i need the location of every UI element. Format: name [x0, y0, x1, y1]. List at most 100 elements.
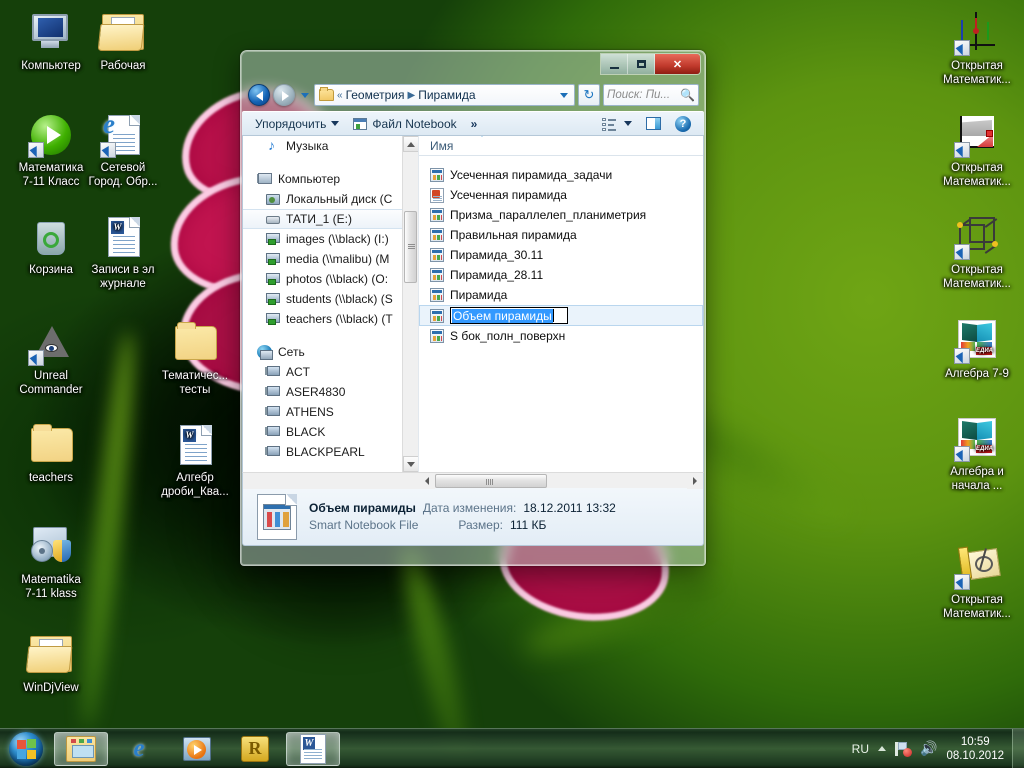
rename-input[interactable]: Объем пирамиды [450, 307, 568, 324]
chevron-down-icon[interactable] [560, 92, 568, 98]
desktop-icon-right-1[interactable]: Открытая Математик... [934, 110, 1020, 189]
breadcrumb-overflow[interactable]: « [337, 90, 343, 101]
refresh-icon[interactable]: ↻ [578, 84, 600, 106]
desktop-icon-10[interactable]: Matematika 7-11 klass [8, 522, 94, 601]
notebook-file-button[interactable]: Файл Notebook [346, 115, 463, 133]
maximize-button[interactable] [628, 54, 655, 74]
views-button[interactable] [595, 116, 639, 132]
desktop-icon-right-5[interactable]: Открытая Математик... [934, 542, 1020, 621]
nav-item-8[interactable]: students (\\black) (S [243, 289, 402, 309]
desktop-icon-6[interactable]: Unreal Commander [8, 318, 94, 397]
desktop-icon-right-4[interactable]: ЕДИА Алгебра и начала ... [934, 414, 1020, 493]
recent-pages-chevron-down-icon[interactable] [298, 85, 311, 105]
minimize-button[interactable] [601, 54, 628, 74]
explorer-taskbar-button[interactable] [54, 731, 108, 766]
media-player-taskbar-button[interactable] [170, 732, 224, 766]
nav-item-13[interactable]: ASER4830 [243, 382, 402, 402]
chevron-up-icon[interactable] [878, 746, 886, 751]
explorer-window[interactable]: ✕ « Геометрия ▶ Пирамида ↻ Поиск: Пи... … [240, 50, 706, 566]
file-row[interactable]: Пирамида_30.11 [419, 245, 703, 265]
nav-item-5[interactable]: images (\\black) (I:) [243, 229, 402, 249]
chevron-down-icon [624, 121, 632, 126]
nav-item-label: students (\\black) (S [286, 292, 393, 306]
nav-item-6[interactable]: media (\\malibu) (M [243, 249, 402, 269]
show-desktop-button[interactable] [1012, 728, 1024, 768]
hscroll-left-button[interactable] [419, 472, 435, 489]
hscrollbar-thumb[interactable] [435, 473, 547, 488]
clock[interactable]: 10:59 08.10.2012 [946, 735, 1004, 763]
file-row[interactable]: Усеченная пирамида_задачи [419, 165, 703, 185]
file-row[interactable]: S бок_полн_поверхн [419, 326, 703, 346]
desktop-icon-label: WinDjView [23, 682, 79, 694]
file-list-pane[interactable]: Имя Усеченная пирамида_задачи Усеченная п… [419, 136, 703, 472]
file-row[interactable]: Призма_параллелеп_планиметрия [419, 205, 703, 225]
smart-notebook-large-icon [257, 493, 297, 540]
scrollbar-thumb[interactable] [404, 211, 417, 283]
nav-item-0[interactable]: Музыка [243, 136, 402, 156]
column-header-name[interactable]: Имя [419, 136, 703, 156]
file-row[interactable]: Пирамида_28.11 [419, 265, 703, 285]
desktop-icon-right-3[interactable]: ЕДИА Алгебра 7-9 [934, 316, 1020, 382]
hscroll-right-button[interactable] [687, 472, 703, 489]
network-error-icon[interactable] [895, 741, 912, 757]
file-row[interactable]: Пирамида [419, 285, 703, 305]
graph-area-shortcut-icon [953, 110, 1001, 160]
help-button[interactable]: ? [668, 114, 698, 134]
word-taskbar-button[interactable]: W [286, 731, 340, 766]
window-titlebar[interactable]: ✕ [241, 51, 705, 81]
close-button[interactable]: ✕ [655, 54, 700, 74]
nav-item-12[interactable]: ACT [243, 362, 402, 382]
start-button[interactable] [2, 729, 50, 768]
navigation-scrollbar[interactable] [402, 136, 418, 472]
file-name: S бок_полн_поверхн [450, 329, 566, 343]
file-row[interactable]: Усеченная пирамида [419, 185, 703, 205]
desktop-icon-11[interactable]: WinDjView [8, 630, 94, 696]
nav-item-4[interactable]: ТАТИ_1 (E:) [243, 209, 402, 229]
nav-item-9[interactable]: teachers (\\black) (T [243, 309, 402, 329]
address-bar[interactable]: « Геометрия ▶ Пирамида [314, 84, 575, 106]
folder-open-icon [25, 630, 75, 680]
desktop-icon-7[interactable]: Тематичес... тесты [152, 318, 238, 397]
volume-icon[interactable]: 🔊 [920, 740, 937, 757]
r-app-taskbar-button[interactable]: R [228, 732, 282, 766]
nav-item-7[interactable]: photos (\\black) (O: [243, 269, 402, 289]
breadcrumb-item-0[interactable]: Геометрия [346, 88, 405, 102]
internet-explorer-taskbar-button[interactable]: e [112, 732, 166, 766]
nav-item-2[interactable]: Компьютер [243, 169, 402, 189]
organize-button[interactable]: Упорядочить [248, 115, 346, 133]
language-indicator[interactable]: RU [852, 742, 869, 756]
desktop-icon-label: Открытая Математик... [943, 264, 1011, 290]
back-arrow-icon[interactable] [248, 84, 270, 106]
navigation-pane[interactable]: Музыка Компьютер Локальный диск (C ТАТИ_1 (… [243, 136, 419, 472]
nav-item-15[interactable]: BLACK [243, 422, 402, 442]
forward-arrow-icon[interactable] [273, 84, 295, 106]
scroll-up-button[interactable] [403, 136, 418, 152]
desktop-icon-3[interactable]: e Сетевой Город. Обр... [80, 110, 166, 189]
nav-item-3[interactable]: Локальный диск (C [243, 189, 402, 209]
desktop-icon-right-0[interactable]: Открытая Математик... [934, 8, 1020, 87]
nav-item-11[interactable]: Сеть [243, 342, 402, 362]
desktop-icon-1[interactable]: Рабочая [80, 8, 166, 74]
desktop-icon-right-2[interactable]: Открытая Математик... [934, 212, 1020, 291]
scroll-down-button[interactable] [403, 456, 418, 472]
nav-item-14[interactable]: ATHENS [243, 402, 402, 422]
preview-pane-button[interactable] [639, 115, 668, 132]
text-cursor [552, 309, 554, 322]
breadcrumb-item-1[interactable]: Пирамида [418, 88, 475, 102]
nav-item-label: BLACKPEARL [286, 445, 365, 459]
desktop-icon-9[interactable]: W Алгебр дроби_Ква... [152, 420, 238, 499]
desktop-icon-5[interactable]: W Записи в эл журнале [80, 212, 166, 291]
folder-explorer-icon [66, 735, 96, 762]
explorer-body: Музыка Компьютер Локальный диск (C ТАТИ_1 (… [242, 136, 704, 472]
sort-indicator-icon [477, 136, 487, 137]
file-row-renaming[interactable]: Объем пирамиды [419, 305, 703, 326]
search-input[interactable]: Поиск: Пи... 🔍 [603, 84, 699, 106]
desktop-icon-label: Записи в эл журнале [91, 264, 155, 290]
file-list-horizontal-scrollbar[interactable] [242, 472, 704, 489]
explorer-toolbar: Упорядочить Файл Notebook » ? [242, 111, 704, 136]
toolbar-overflow-button[interactable]: » [464, 115, 485, 133]
nav-item-label: BLACK [286, 425, 326, 439]
file-row[interactable]: Правильная пирамида [419, 225, 703, 245]
nav-item-16[interactable]: BLACKPEARL [243, 442, 402, 462]
desktop-icon-8[interactable]: teachers [8, 420, 94, 486]
